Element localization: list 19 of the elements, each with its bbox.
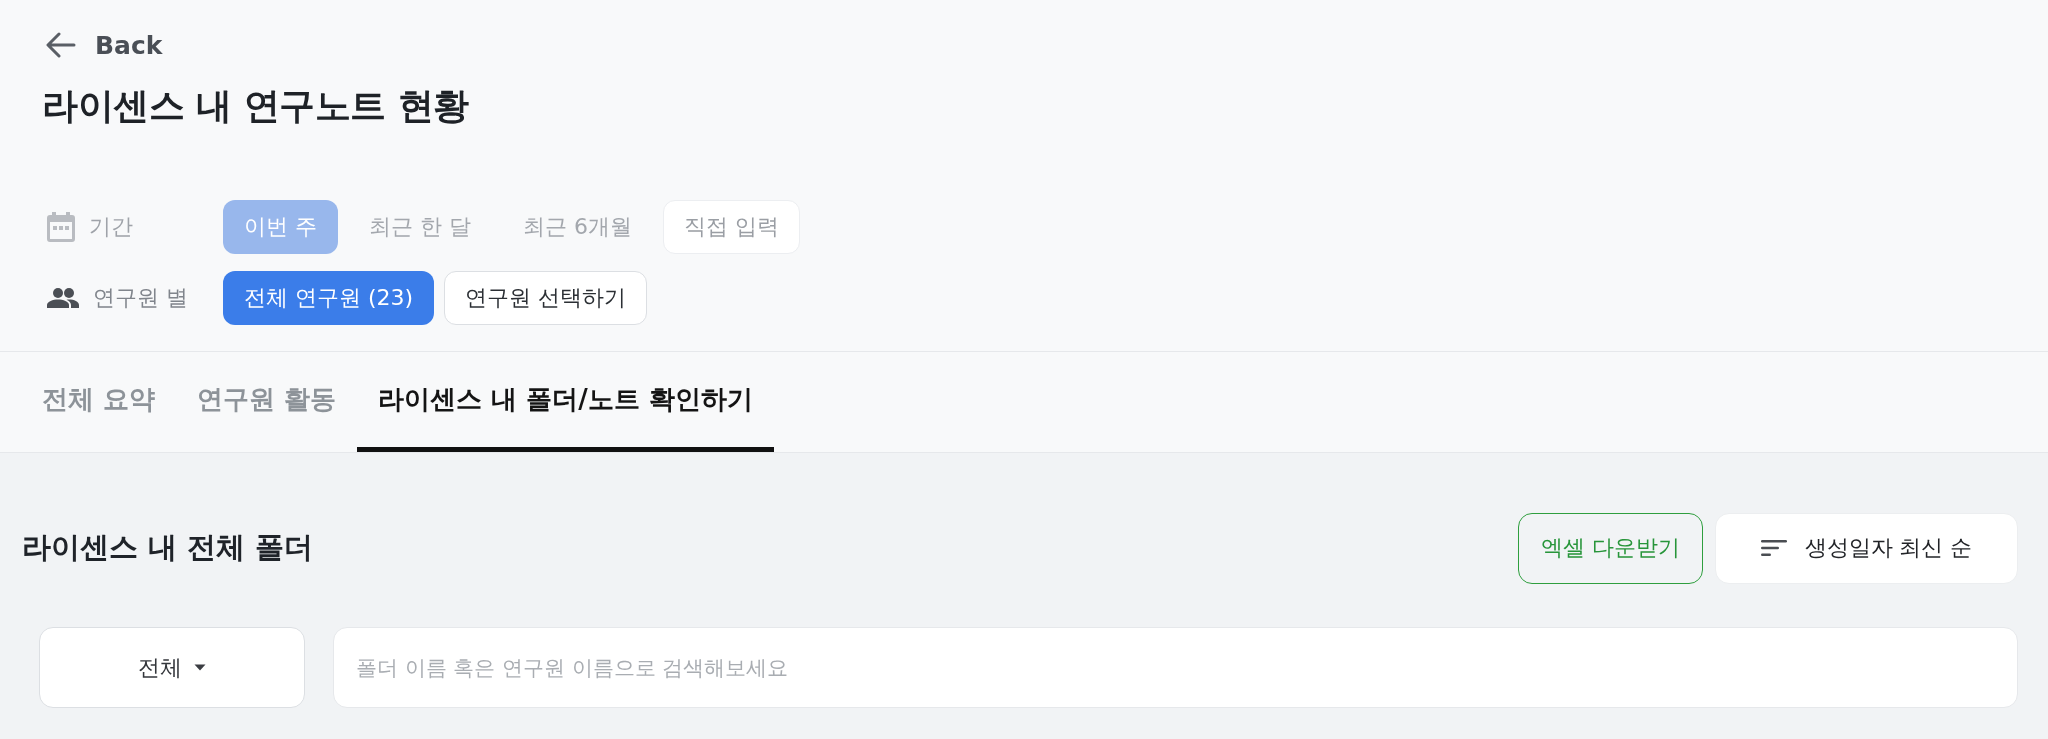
arrow-left-icon <box>46 32 76 58</box>
filter-chip[interactable]: 전체 연구원 (23) <box>223 271 435 325</box>
scope-dropdown[interactable]: 전체 <box>39 627 305 708</box>
back-button[interactable]: Back <box>46 24 163 66</box>
search-field[interactable]: 폴더 이름 혹은 연구원 이름으로 검색해보세요 <box>333 627 2018 708</box>
people-icon <box>47 288 79 308</box>
sort-icon <box>1760 540 1787 556</box>
section-title: 라이센스 내 전체 폴더 <box>22 529 314 566</box>
page-title: 라이센스 내 연구노트 현황 <box>42 84 469 128</box>
filter-label: 연구원 별 <box>93 284 188 312</box>
calendar-icon <box>47 212 75 242</box>
tab[interactable]: 전체 요약 <box>21 352 177 452</box>
tab[interactable]: 연구원 활동 <box>176 352 358 452</box>
filter-label: 기간 <box>89 213 133 241</box>
caret-icon <box>194 664 206 671</box>
sort-button[interactable]: 생성일자 최신 순 <box>1715 512 2018 584</box>
excel-download-button[interactable]: 엑셀 다운받기 <box>1518 512 1703 584</box>
filter-action-button[interactable]: 연구원 선택하기 <box>444 271 648 325</box>
tab[interactable]: 라이센스 내 폴더/노트 확인하기 <box>357 352 774 452</box>
